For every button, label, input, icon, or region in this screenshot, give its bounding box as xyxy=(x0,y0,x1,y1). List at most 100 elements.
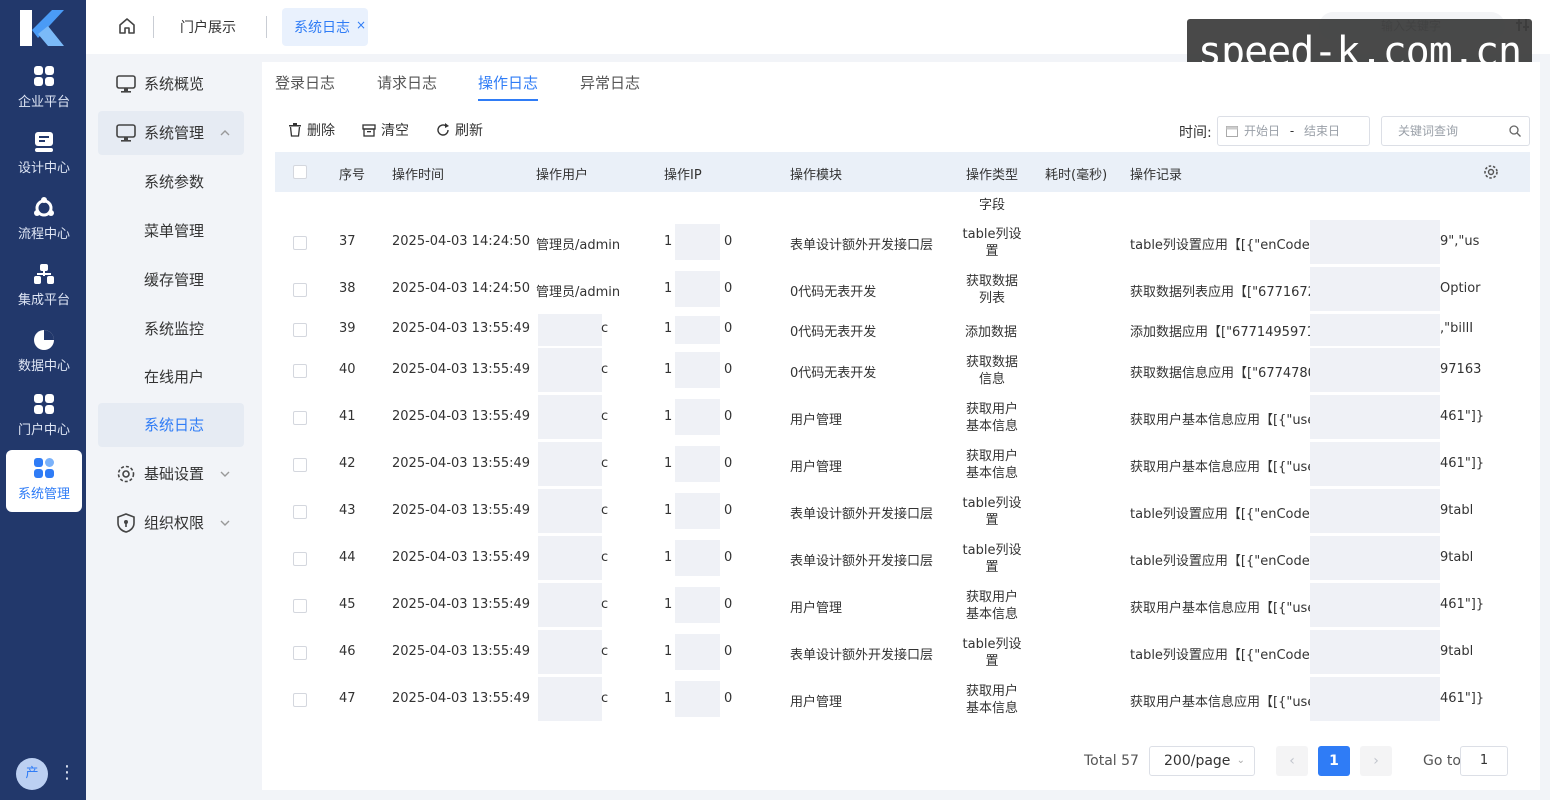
tab-request-log[interactable]: 请求日志 xyxy=(377,72,437,93)
row-checkbox[interactable] xyxy=(293,458,307,472)
table-row[interactable]: 44 2025-04-03 13:55:49 c 1 0 表单设计额外开发接口层… xyxy=(275,536,1505,580)
date-range-picker[interactable]: 开始日 - 结束日 xyxy=(1217,116,1370,146)
goto-page-input[interactable]: 1 xyxy=(1460,746,1508,776)
tab-login-log[interactable]: 登录日志 xyxy=(275,72,335,93)
row-checkbox[interactable] xyxy=(293,411,307,425)
row-checkbox[interactable] xyxy=(293,323,307,337)
table-header: 序号 操作时间 操作用户 操作IP 操作模块 操作类型 耗时(毫秒) 操作记录 xyxy=(275,152,1530,192)
row-checkbox[interactable] xyxy=(293,599,307,613)
table-row[interactable]: 41 2025-04-03 13:55:49 c 1 0 用户管理 获取用户基本… xyxy=(275,395,1505,439)
more-icon[interactable]: ⋮ xyxy=(58,762,76,784)
sidebar-sub-system-log[interactable]: 系统日志 xyxy=(98,403,244,447)
row-checkbox[interactable] xyxy=(293,283,307,297)
cell-time: 2025-04-03 13:55:49 xyxy=(392,550,531,565)
cell-module: 0代码无表开发 xyxy=(790,325,877,340)
cell-user: c xyxy=(601,691,609,706)
refresh-button[interactable]: 刷新 xyxy=(436,120,483,140)
table-row[interactable]: 42 2025-04-03 13:55:49 c 1 0 用户管理 获取用户基本… xyxy=(275,442,1505,486)
cell-ip-tail: 0 xyxy=(724,362,733,377)
sidebar-sub-params[interactable]: 系统参数 xyxy=(98,160,244,204)
cell-record: 获取用户基本信息应用【[{"userI xyxy=(1130,601,1310,616)
cell-ip-tail: 0 xyxy=(724,281,733,296)
sidebar-sub-monitor[interactable]: 系统监控 xyxy=(98,307,244,351)
cell-ip-tail: 0 xyxy=(724,597,733,612)
page-1-button[interactable]: 1 xyxy=(1318,746,1350,776)
rail-item-design[interactable]: 设计中心 xyxy=(6,124,82,186)
cell-user: c xyxy=(601,597,609,612)
sidebar-item-overview[interactable]: 系统概览 xyxy=(98,62,244,106)
header-time: 操作时间 xyxy=(392,168,445,183)
table-row[interactable]: 45 2025-04-03 13:55:49 c 1 0 用户管理 获取用户基本… xyxy=(275,583,1505,627)
sidebar-item-system-manage[interactable]: 系统管理 xyxy=(98,111,244,155)
row-checkbox[interactable] xyxy=(293,505,307,519)
sidebar-sub-cache[interactable]: 缓存管理 xyxy=(98,258,244,302)
keyword-search-input[interactable]: 关键词查询 xyxy=(1381,116,1530,146)
select-all-checkbox[interactable] xyxy=(293,165,307,179)
rail-item-label: 集成平台 xyxy=(17,293,70,308)
cell-no: 41 xyxy=(339,409,356,424)
table-row[interactable]: 39 2025-04-03 13:55:49 c 1 0 0代码无表开发 添加数… xyxy=(275,314,1505,346)
rail-item-label: 数据中心 xyxy=(17,359,70,374)
tab-system-log[interactable]: 系统日志 xyxy=(294,17,350,37)
date-separator: - xyxy=(1289,124,1295,138)
active-tab-underline xyxy=(478,99,538,101)
table-row[interactable]: 47 2025-04-03 13:55:49 c 1 0 用户管理 获取用户基本… xyxy=(275,677,1505,721)
table-row[interactable]: 40 2025-04-03 13:55:49 c 1 0 0代码无表开发 获取数… xyxy=(275,348,1505,392)
search-icon[interactable] xyxy=(1509,125,1521,137)
cell-record-tail: 9tabl xyxy=(1440,550,1474,565)
prev-page-button[interactable]: ‹ xyxy=(1276,746,1308,776)
cell-module: 表单设计额外开发接口层 xyxy=(790,648,934,663)
table-row[interactable]: 43 2025-04-03 13:55:49 c 1 0 表单设计额外开发接口层… xyxy=(275,489,1505,533)
cell-time: 2025-04-03 13:55:49 xyxy=(392,321,531,336)
cell-ip: 1 xyxy=(664,321,673,336)
cell-ip-tail: 0 xyxy=(724,644,733,659)
table-row[interactable]: 38 2025-04-03 14:24:50 管理员/admin 1 0 0代码… xyxy=(275,267,1505,311)
row-checkbox[interactable] xyxy=(293,552,307,566)
cell-ip: 1 xyxy=(664,597,673,612)
next-page-button[interactable]: › xyxy=(1360,746,1392,776)
cell-record: 获取用户基本信息应用【[{"userI xyxy=(1130,695,1310,710)
rail-item-data[interactable]: 数据中心 xyxy=(6,322,82,384)
close-icon[interactable]: × xyxy=(356,18,366,32)
row-checkbox[interactable] xyxy=(293,693,307,707)
cell-module: 0代码无表开发 xyxy=(790,366,877,381)
cell-record: 获取数据信息应用【["67747802 xyxy=(1130,366,1310,381)
column-settings-gear-icon[interactable] xyxy=(1483,164,1499,180)
rail-item-enterprise[interactable]: 企业平台 xyxy=(6,58,82,120)
sidebar-sub-menu[interactable]: 菜单管理 xyxy=(98,209,244,253)
home-icon[interactable] xyxy=(118,17,136,35)
rail-item-flow[interactable]: 流程中心 xyxy=(6,190,82,252)
rail-item-system[interactable]: 系统管理 xyxy=(6,450,82,512)
redacted-user xyxy=(538,314,602,346)
row-checkbox[interactable] xyxy=(293,236,307,250)
tab-portal[interactable]: 门户展示 xyxy=(180,17,236,37)
rail-item-portal[interactable]: 门户中心 xyxy=(6,386,82,448)
table-row[interactable]: 46 2025-04-03 13:55:49 c 1 0 表单设计额外开发接口层… xyxy=(275,630,1505,674)
cell-record-tail: ,"billI xyxy=(1440,321,1474,336)
sidebar-item-org-permission[interactable]: 组织权限 xyxy=(98,501,244,545)
row-checkbox[interactable] xyxy=(293,364,307,378)
table-row[interactable]: 37 2025-04-03 14:24:50 管理员/admin 1 0 表单设… xyxy=(275,220,1505,264)
tab-exception-log[interactable]: 异常日志 xyxy=(580,72,640,93)
redacted-ip xyxy=(675,316,720,344)
pager-total: Total 57 xyxy=(1084,753,1139,769)
sidebar-item-basic-settings[interactable]: 基础设置 xyxy=(98,452,244,496)
cell-user: 管理员/admin xyxy=(536,285,621,300)
cell-type: 获取用户基本信息 xyxy=(965,402,1018,434)
cell-ip: 1 xyxy=(664,362,673,377)
redacted-record xyxy=(1310,314,1440,346)
row-checkbox[interactable] xyxy=(293,646,307,660)
avatar[interactable]: 产 xyxy=(16,758,48,790)
sidebar-sub-online-users[interactable]: 在线用户 xyxy=(98,355,244,399)
rail-item-label: 流程中心 xyxy=(17,227,70,242)
sidebar-item-label: 系统概览 xyxy=(144,75,205,93)
delete-button[interactable]: 删除 xyxy=(288,120,335,140)
rail-item-integration[interactable]: 集成平台 xyxy=(6,256,82,318)
cell-ip-tail: 0 xyxy=(724,409,733,424)
cell-module: 表单设计额外开发接口层 xyxy=(790,507,934,522)
redacted-user xyxy=(538,583,602,627)
tab-operation-log[interactable]: 操作日志 xyxy=(478,72,538,93)
page-size-select[interactable]: 200/page ⌄ xyxy=(1149,746,1255,776)
cell-ip: 1 xyxy=(664,456,673,471)
clear-button[interactable]: 清空 xyxy=(362,120,409,140)
